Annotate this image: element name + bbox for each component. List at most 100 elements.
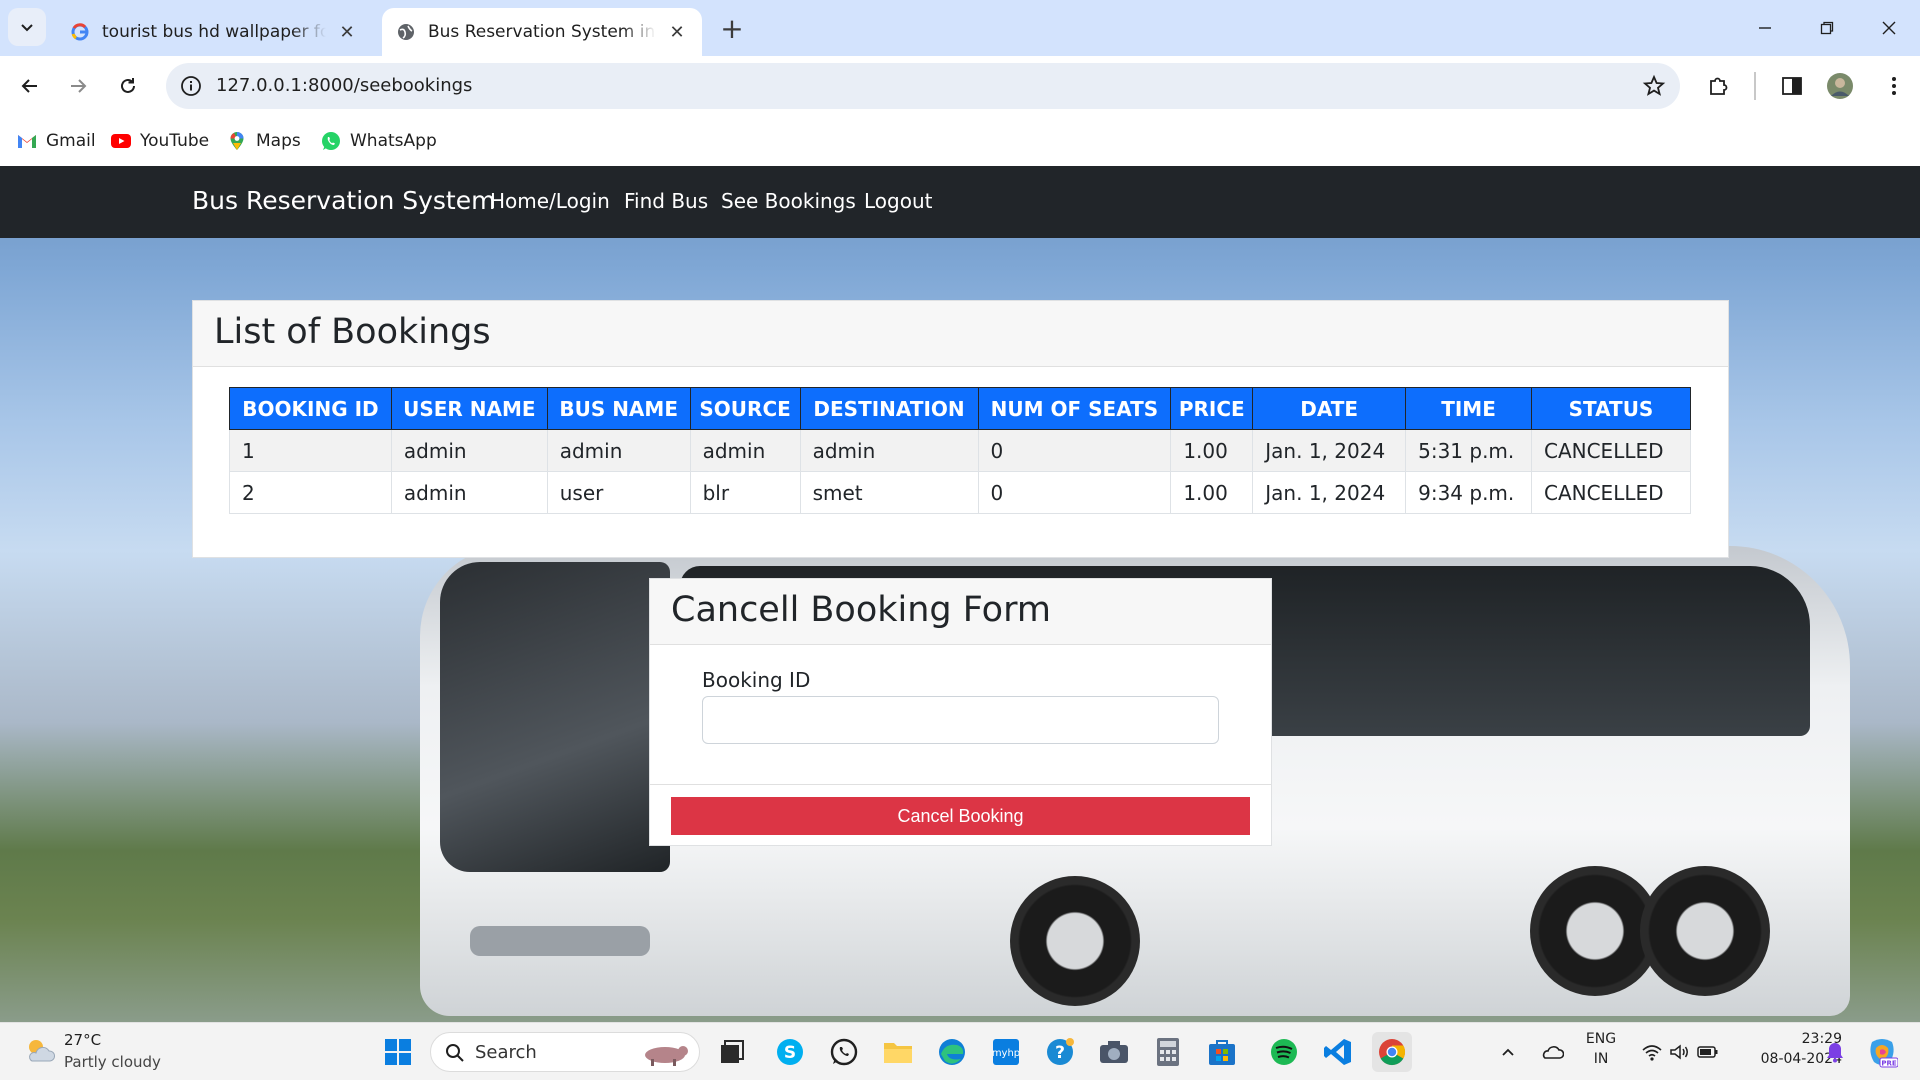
nav-logout[interactable]: Logout (864, 189, 932, 213)
help-icon: ? (1047, 1038, 1074, 1065)
site-info-icon[interactable] (180, 75, 202, 97)
notifications-button[interactable] (1818, 1032, 1852, 1072)
reload-icon (121, 78, 135, 93)
table-cell: admin (390, 471, 548, 514)
column-header: SOURCE (689, 387, 801, 430)
close-window-button[interactable] (1858, 0, 1920, 56)
maps-icon (230, 132, 244, 150)
bookings-title: List of Bookings (214, 312, 491, 352)
close-tab-icon[interactable]: ✕ (666, 21, 688, 43)
task-view-icon (721, 1040, 744, 1063)
start-button[interactable] (378, 1032, 418, 1072)
bookmark-label: Gmail (46, 131, 96, 151)
column-header: BUS NAME (546, 387, 691, 430)
svg-text:?: ? (1055, 1043, 1065, 1063)
table-cell: 0 (977, 429, 1172, 472)
chrome-taskbar-button[interactable] (1372, 1032, 1412, 1072)
table-cell: 5:31 p.m. (1405, 429, 1532, 472)
table-cell: admin (546, 429, 691, 472)
store-button[interactable] (1202, 1032, 1242, 1072)
browser-menu-button[interactable] (1880, 72, 1908, 100)
help-app-button[interactable]: ? (1040, 1032, 1080, 1072)
extensions-button[interactable] (1704, 72, 1732, 100)
whatsapp-icon (322, 132, 340, 150)
camera-button[interactable] (1094, 1032, 1134, 1072)
language-indicator-bottom[interactable]: IN (1580, 1051, 1622, 1067)
vscode-button[interactable] (1318, 1032, 1358, 1072)
cloud-icon (1542, 1046, 1564, 1059)
weather-temperature: 27°C (64, 1031, 102, 1049)
address-bar[interactable]: 127.0.0.1:8000/seebookings (166, 63, 1680, 109)
arrow-left-icon (21, 79, 37, 93)
gmail-icon (18, 135, 36, 148)
close-icon (1882, 21, 1896, 35)
cancel-booking-button[interactable]: Cancel Booking (671, 797, 1250, 835)
tab-active[interactable]: Bus Reservation System in Djan ✕ (382, 8, 702, 56)
table-cell: Jan. 1, 2024 (1252, 429, 1407, 472)
profile-avatar[interactable] (1826, 72, 1854, 100)
restore-icon (1820, 21, 1834, 35)
tab-title: tourist bus hd wallpaper for lap (102, 22, 326, 42)
google-g-icon (71, 23, 89, 41)
show-hidden-icons-button[interactable] (1494, 1032, 1522, 1072)
back-button[interactable] (10, 66, 50, 106)
table-cell: admin (390, 429, 548, 472)
column-header: NUM OF SEATS (977, 387, 1172, 430)
restore-button[interactable] (1796, 0, 1858, 56)
quick-settings-button[interactable] (1632, 1032, 1728, 1072)
table-cell: admin (689, 429, 801, 472)
camera-icon (1100, 1041, 1128, 1063)
whatsapp-taskbar-button[interactable] (824, 1032, 864, 1072)
nav-home-login[interactable]: Home/Login (490, 189, 610, 213)
volume-icon (1670, 1044, 1688, 1060)
copilot-icon: PRE (1870, 1039, 1898, 1068)
tab-search-button[interactable] (8, 8, 46, 46)
whatsapp-icon (830, 1038, 858, 1066)
nav-find-bus[interactable]: Find Bus (624, 189, 708, 213)
language-indicator-top[interactable]: ENG (1580, 1031, 1622, 1047)
nav-see-bookings[interactable]: See Bookings (721, 189, 856, 213)
minimize-button[interactable] (1734, 0, 1796, 56)
background-bus-wheel (1010, 876, 1140, 1006)
skype-button[interactable]: S (770, 1032, 810, 1072)
bookmark-star-icon[interactable] (1642, 74, 1666, 98)
chevron-down-icon (21, 24, 33, 32)
spotify-button[interactable] (1264, 1032, 1304, 1072)
bookmark-gmail[interactable]: Gmail (16, 126, 96, 156)
task-view-button[interactable] (712, 1032, 752, 1072)
edge-button[interactable] (932, 1032, 972, 1072)
new-tab-button[interactable]: + (716, 12, 748, 45)
table-cell: admin (799, 429, 979, 472)
tab-inactive[interactable]: tourist bus hd wallpaper for lap ✕ (56, 8, 372, 56)
bookmark-maps[interactable]: Maps (226, 126, 301, 156)
table-cell: smet (799, 471, 979, 514)
side-panel-button[interactable] (1778, 72, 1806, 100)
bookings-table: BOOKING ID USER NAME BUS NAME SOURCE DES… (229, 387, 1692, 514)
toolbar-divider (1754, 72, 1756, 100)
chrome-icon (1379, 1039, 1406, 1066)
table-row: 2 admin user blr smet 0 1.00 Jan. 1, 202… (229, 471, 1692, 514)
close-tab-icon[interactable]: ✕ (336, 21, 358, 43)
column-header: BOOKING ID (229, 387, 392, 430)
calculator-button[interactable] (1148, 1032, 1188, 1072)
taskbar-search-box[interactable]: Search (430, 1032, 700, 1072)
bookmark-label: WhatsApp (350, 131, 437, 151)
myhp-button[interactable]: myhp (986, 1032, 1026, 1072)
battery-icon (1697, 1046, 1718, 1058)
onedrive-button[interactable] (1536, 1032, 1568, 1072)
forward-button[interactable] (58, 66, 98, 106)
partly-cloudy-icon[interactable] (22, 1033, 58, 1069)
youtube-icon (111, 134, 131, 148)
table-cell: 2 (229, 471, 392, 514)
bookmark-whatsapp[interactable]: WhatsApp (320, 126, 437, 156)
table-cell: 1.00 (1170, 429, 1254, 472)
booking-id-input[interactable] (702, 696, 1219, 744)
more-vertical-icon (1892, 77, 1896, 95)
bookmark-youtube[interactable]: YouTube (110, 126, 209, 156)
site-brand[interactable]: Bus Reservation System (192, 186, 495, 215)
bookmark-label: Maps (256, 131, 301, 151)
reload-button[interactable] (108, 66, 148, 106)
file-explorer-button[interactable] (878, 1032, 918, 1072)
edge-icon (939, 1039, 965, 1065)
copilot-button[interactable]: PRE (1862, 1032, 1902, 1072)
